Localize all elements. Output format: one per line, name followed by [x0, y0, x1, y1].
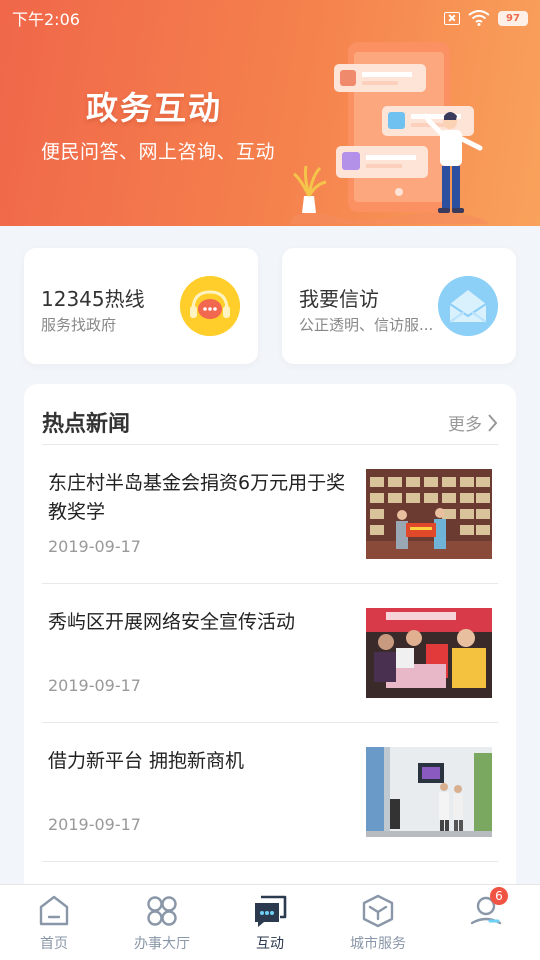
home-icon: [39, 895, 69, 926]
phone-illustration-icon: [290, 42, 490, 224]
tab-label: 首页: [40, 936, 68, 952]
no-sim-icon: [444, 11, 460, 25]
hotline-subtitle: 服务找政府: [41, 316, 117, 334]
petition-subtitle: 公正透明、信访服...: [299, 316, 434, 334]
banner-title: 政务互动: [86, 89, 223, 127]
hotline-title: 12345热线: [41, 287, 145, 311]
news-thumbnail-image: [366, 747, 492, 837]
notification-badge: 6: [490, 887, 508, 905]
wifi-icon: [468, 10, 490, 26]
more-label: 更多: [448, 415, 482, 435]
news-title: 东庄村半岛基金会捐资6万元用于奖教奖学: [48, 472, 346, 523]
news-title: 秀屿区开展网络安全宣传活动: [48, 611, 296, 633]
more-link[interactable]: 更多: [448, 410, 498, 435]
grid-icon: [147, 896, 177, 926]
status-bar: 下午2:06 97: [0, 0, 540, 36]
news-thumbnail-image: [366, 608, 492, 698]
hotline-card[interactable]: 12345热线 服务找政府: [24, 248, 258, 364]
tab-label: 互动: [256, 936, 284, 952]
news-date: 2019-09-17: [48, 815, 141, 834]
tab-label: 办事大厅: [134, 936, 190, 952]
tab-profile[interactable]: 6: [432, 885, 540, 960]
chevron-right-icon: [488, 413, 498, 432]
news-title: 借力新平台 拥抱新商机: [48, 750, 245, 772]
news-date: 2019-09-17: [48, 537, 141, 556]
news-thumbnail-image: [366, 469, 492, 559]
news-list: 东庄村半岛基金会捐资6万元用于奖教奖学 2019-09-17 秀屿区开展网络安全…: [42, 445, 498, 862]
envelope-icon: [438, 276, 498, 336]
tab-label: 城市服务: [350, 936, 406, 952]
news-heading: 热点新闻: [42, 412, 131, 437]
tab-home[interactable]: 首页: [0, 885, 108, 960]
chat-bubble-icon: [180, 276, 240, 336]
bottom-tab-bar: 首页 办事大厅 互动 城市服务 6: [0, 884, 540, 960]
banner-subtitle: 便民问答、网上咨询、互动: [41, 141, 276, 163]
news-date: 2019-09-17: [48, 676, 141, 695]
cube-icon: [362, 894, 394, 928]
chat-icon: [255, 895, 287, 927]
news-item[interactable]: 借力新平台 拥抱新商机 2019-09-17: [42, 723, 498, 862]
tab-interaction[interactable]: 互动: [216, 885, 324, 960]
petition-card[interactable]: 我要信访 公正透明、信访服...: [282, 248, 516, 364]
battery-icon: 97: [498, 10, 528, 26]
status-time: 下午2:06: [12, 10, 80, 29]
hot-news-panel: 热点新闻 更多 东庄村半岛基金会捐资6万元用于奖教奖学 2019-09-17 秀…: [24, 384, 516, 904]
news-item[interactable]: 东庄村半岛基金会捐资6万元用于奖教奖学 2019-09-17: [42, 445, 498, 584]
news-item[interactable]: 秀屿区开展网络安全宣传活动 2019-09-17: [42, 584, 498, 723]
tab-service-hall[interactable]: 办事大厅: [108, 885, 216, 960]
petition-title: 我要信访: [299, 287, 379, 311]
tab-city-service[interactable]: 城市服务: [324, 885, 432, 960]
